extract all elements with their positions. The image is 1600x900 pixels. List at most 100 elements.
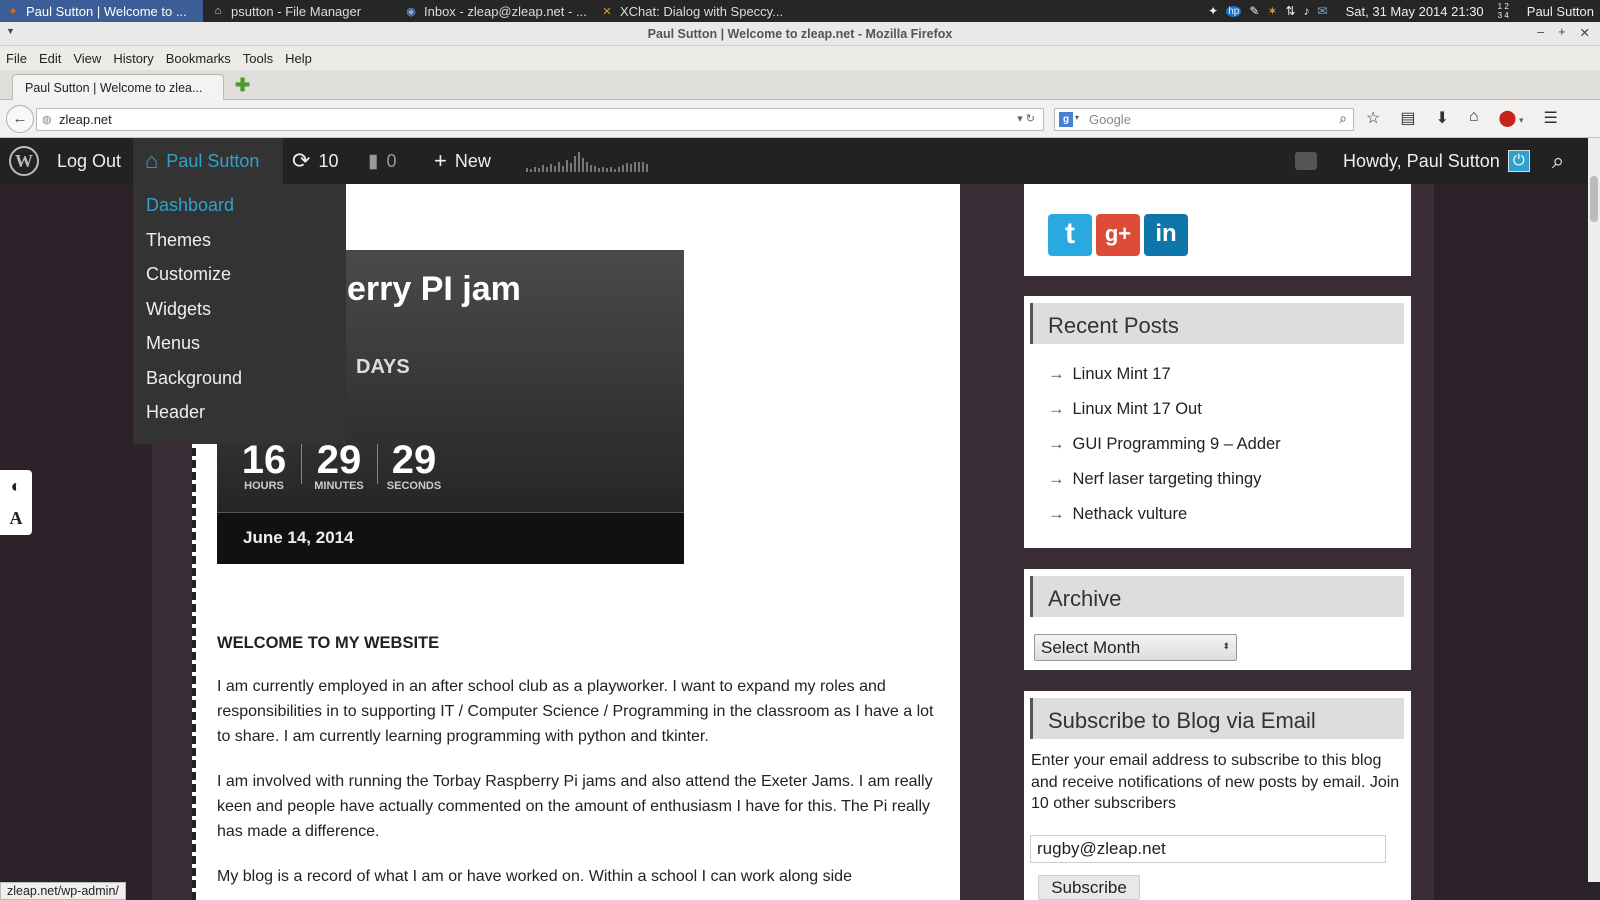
widget-title: Archive	[1030, 576, 1404, 617]
menu-help[interactable]: Help	[284, 51, 313, 66]
google-icon[interactable]: g	[1059, 112, 1073, 127]
vertical-scrollbar[interactable]	[1588, 138, 1600, 882]
menu-view[interactable]: View	[72, 51, 102, 66]
window-title: Paul Sutton | Welcome to zleap.net - Moz…	[647, 27, 953, 41]
system-taskbar: ● Paul Sutton | Welcome to ... ⌂ psutton…	[0, 0, 1600, 22]
taskbar-item-xchat[interactable]: ✕ XChat: Dialog with Speccy...	[594, 0, 794, 22]
taskbar-item-file-manager[interactable]: ⌂ psutton - File Manager	[205, 0, 395, 22]
subscribe-button[interactable]: Subscribe	[1038, 875, 1140, 900]
menu-item-themes[interactable]: Themes	[133, 230, 346, 265]
menu-item-header[interactable]: Header	[133, 402, 346, 437]
url-bar[interactable]: ◍ zleap.net ▾ ↻	[36, 108, 1044, 131]
recent-post-title: Nerf laser targeting thingy	[1072, 470, 1262, 488]
twitter-icon[interactable]: t	[1048, 214, 1092, 256]
adblock-icon[interactable]: ⬤ ▾	[1499, 108, 1524, 128]
updates-icon: ⟳	[292, 148, 311, 173]
home-icon[interactable]: ⌂	[1469, 108, 1479, 128]
menu-item-customize[interactable]: Customize	[133, 264, 346, 299]
taskbar-item-label: psutton - File Manager	[231, 3, 362, 19]
menu-file[interactable]: File	[5, 51, 28, 66]
countdown-seconds-label: SECONDS	[386, 480, 442, 492]
hp-icon[interactable]: hp	[1226, 5, 1242, 17]
recent-post-title: Linux Mint 17	[1072, 365, 1171, 383]
recent-post-link[interactable]: → Nethack vulture	[1048, 505, 1187, 524]
article-paragraph: My blog is a record of what I am or have…	[217, 868, 852, 885]
menu-item-widgets[interactable]: Widgets	[133, 299, 346, 334]
scrollbar-thumb[interactable]	[1590, 176, 1598, 222]
countdown-seconds: 29	[391, 438, 437, 482]
menu-history[interactable]: History	[112, 51, 154, 66]
taskbar-item-mail[interactable]: ◉ Inbox - zleap@zleap.net - ...	[398, 0, 590, 22]
xchat-icon: ✕	[602, 5, 612, 18]
notifications-icon[interactable]	[1295, 138, 1317, 184]
cpu-icon[interactable]: ✶	[1267, 4, 1277, 18]
article-heading: WELCOME TO MY WEBSITE	[217, 634, 440, 652]
stats-sparkline-icon[interactable]	[525, 150, 655, 172]
system-tray: ✦ hp ✎ ✶ ⇅ ♪ ✉ Sat, 31 May 2014 21:30 1 …	[1208, 0, 1600, 22]
menu-edit[interactable]: Edit	[38, 51, 62, 66]
bookmarks-list-icon[interactable]: ▤	[1400, 108, 1415, 128]
new-tab-icon[interactable]: ✚	[235, 76, 250, 94]
mail-icon: ◉	[406, 5, 416, 18]
my-account-menu[interactable]: Howdy, Paul Sutton ⏻	[1343, 138, 1530, 184]
site-dropdown-menu: Dashboard Themes Customize Widgets Menus…	[133, 184, 346, 444]
search-icon[interactable]: ⌕	[1339, 110, 1347, 127]
new-content-link[interactable]: + New	[434, 138, 491, 184]
menu-bookmarks[interactable]: Bookmarks	[165, 51, 232, 66]
font-size-icon[interactable]: A	[0, 502, 32, 534]
search-icon[interactable]: ⌕	[1552, 138, 1564, 184]
updates-count: 10	[318, 150, 339, 171]
select-arrows-icon: ⬍	[1222, 641, 1230, 651]
engine-dropdown-icon[interactable]: ▾	[1075, 113, 1079, 122]
article-paragraph: I am currently employed in an after scho…	[217, 678, 934, 745]
recent-post-link[interactable]: → Linux Mint 17 Out	[1048, 400, 1202, 419]
volume-icon[interactable]: ♪	[1304, 4, 1310, 18]
taskbar-item-label: XChat: Dialog with Speccy...	[620, 3, 784, 19]
back-arrow-icon[interactable]: ←	[6, 105, 34, 133]
minimize-icon[interactable]: –	[1537, 25, 1544, 40]
reload-icon[interactable]: ▾ ↻	[1017, 112, 1035, 125]
archive-select[interactable]: Select Month ⬍	[1034, 634, 1237, 661]
menu-icon[interactable]: ☰	[1543, 108, 1557, 128]
recent-post-title: GUI Programming 9 – Adder	[1072, 435, 1281, 453]
mail-notify-icon[interactable]: ✉	[1318, 4, 1328, 18]
session-user[interactable]: Paul Sutton	[1527, 4, 1594, 19]
navigation-toolbar: ← ◍ zleap.net ▾ ↻ g ▾ Google ⌕ ☆ ▤ ⬇ ⌂ ⬤…	[0, 100, 1600, 138]
widget-title: Subscribe to Blog via Email	[1030, 698, 1404, 739]
logout-link[interactable]: Log Out	[57, 138, 121, 184]
maximize-icon[interactable]: +	[1558, 25, 1565, 40]
recent-post-link[interactable]: → Nerf laser targeting thingy	[1048, 470, 1261, 489]
site-name-menu[interactable]: ⌂ Paul Sutton	[133, 138, 283, 184]
arrow-right-icon: →	[1048, 400, 1065, 418]
menu-item-background[interactable]: Background	[133, 368, 346, 403]
logout-label: Log Out	[57, 150, 122, 171]
menu-item-menus[interactable]: Menus	[133, 333, 346, 368]
close-icon[interactable]: ✕	[1580, 25, 1590, 40]
comments-link[interactable]: ▮ 0	[368, 138, 396, 184]
countdown-hours-label: HOURS	[244, 480, 284, 492]
linkedin-icon[interactable]: in	[1144, 214, 1188, 256]
globe-icon: ◍	[42, 114, 52, 126]
updates-link[interactable]: ⟳ 10	[292, 138, 338, 184]
arrow-right-icon: →	[1048, 435, 1065, 453]
workspace-switcher[interactable]: 1 2 3 4	[1498, 2, 1509, 20]
taskbar-item-firefox[interactable]: ● Paul Sutton | Welcome to ...	[0, 0, 203, 22]
google-plus-icon[interactable]: g+	[1096, 214, 1140, 256]
recent-post-link[interactable]: → Linux Mint 17	[1048, 365, 1171, 384]
dropbox-icon[interactable]: ✦	[1208, 4, 1218, 18]
network-icon[interactable]: ⇅	[1285, 4, 1295, 18]
tab-active[interactable]: Paul Sutton | Welcome to zlea...	[12, 74, 224, 100]
archive-select-value: Select Month	[1041, 638, 1141, 657]
edit-icon[interactable]: ✎	[1249, 4, 1259, 18]
search-bar[interactable]: g ▾ Google ⌕	[1054, 108, 1354, 131]
recent-post-link[interactable]: → GUI Programming 9 – Adder	[1048, 435, 1281, 454]
clock[interactable]: Sat, 31 May 2014 21:30	[1346, 4, 1484, 19]
bookmark-star-icon[interactable]: ☆	[1366, 108, 1380, 128]
countdown-days-label: DAYS	[356, 356, 410, 378]
menu-tools[interactable]: Tools	[242, 51, 274, 66]
wordpress-logo-icon[interactable]: W	[9, 146, 39, 176]
contrast-icon[interactable]: ◐	[0, 470, 32, 502]
download-icon[interactable]: ⬇	[1435, 108, 1448, 128]
menu-item-dashboard[interactable]: Dashboard	[133, 195, 346, 230]
subscribe-email-input[interactable]	[1030, 835, 1386, 863]
